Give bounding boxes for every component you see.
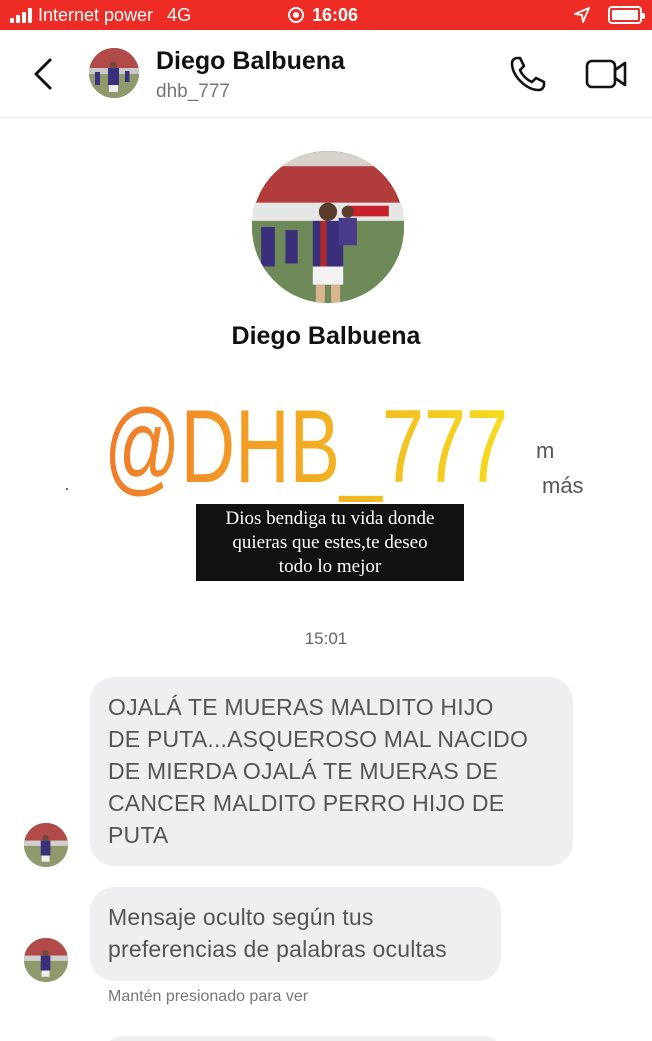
caption-line: todo lo mejor <box>278 556 382 577</box>
message-line: OJALÁ TE MUERAS MALDITO HIJO <box>108 694 494 720</box>
message-line: PUTA <box>108 822 169 848</box>
network-label: 4G <box>167 4 192 25</box>
caption-line: quieras que estes,te deseo <box>232 532 428 553</box>
caption-line: Dios bendiga tu vida donde <box>225 508 435 529</box>
sender-avatar[interactable] <box>24 938 68 982</box>
background-fragment-dot: · <box>64 478 70 498</box>
status-bar: Internet power 4G 16:06 <box>0 0 652 30</box>
message-line: preferencias de palabras ocultas <box>108 936 447 962</box>
background-fragment-mas: más <box>542 473 584 498</box>
hidden-message-bubble[interactable]: Mensaje oculto según tus preferencias de… <box>90 887 501 981</box>
screen-record-icon <box>288 7 304 23</box>
profile-avatar[interactable] <box>252 151 404 303</box>
location-icon <box>574 7 590 23</box>
video-icon[interactable] <box>584 56 628 92</box>
watermark-text: @DHB_777 <box>104 392 508 502</box>
video-caption: Dios bendiga tu vida donde quieras que e… <box>196 504 464 581</box>
back-icon[interactable] <box>28 54 62 94</box>
profile-name: Diego Balbuena <box>231 322 421 350</box>
contact-name[interactable]: Diego Balbuena <box>156 47 345 76</box>
message-timestamp: 15:01 <box>304 629 348 648</box>
sender-avatar[interactable] <box>24 823 68 867</box>
message-bubble-partial[interactable] <box>106 1036 500 1041</box>
hidden-message-hint: Mantén presionado para ver <box>108 988 309 1005</box>
signal-icon <box>10 7 32 23</box>
message-line: Mensaje oculto según tus <box>108 904 374 930</box>
phone-icon[interactable] <box>508 54 548 94</box>
watermark-overlay: @DHB_777 <box>104 392 508 502</box>
contact-username: dhb_777 <box>156 81 230 102</box>
status-time: 16:06 <box>312 4 359 25</box>
message-line: DE PUTA...ASQUEROSO MAL NACIDO <box>108 726 529 752</box>
chat-header: Diego Balbuena dhb_777 <box>0 30 652 118</box>
header-avatar[interactable] <box>89 48 139 98</box>
message-line: CANCER MALDITO PERRO HIJO DE <box>108 790 505 816</box>
battery-icon <box>608 6 645 24</box>
message-line: DE MIERDA OJALÁ TE MUERAS DE <box>108 758 498 784</box>
background-fragment-m: m <box>536 438 555 463</box>
carrier-label: Internet power <box>38 4 154 25</box>
message-bubble[interactable]: OJALÁ TE MUERAS MALDITO HIJO DE PUTA...A… <box>90 677 573 866</box>
